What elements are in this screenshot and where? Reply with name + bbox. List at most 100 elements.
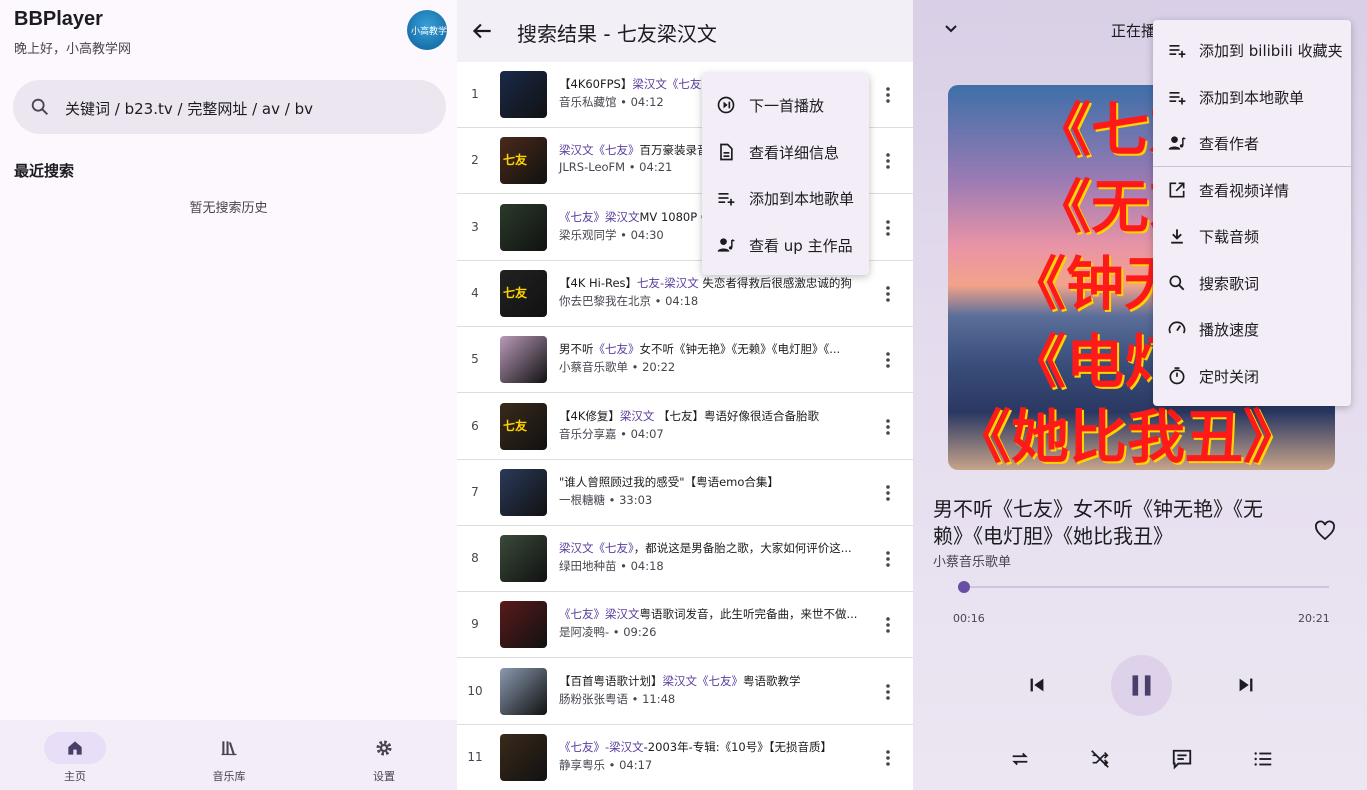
top-app-bar: 搜索结果 - 七友梁汉文 <box>457 0 913 62</box>
menu-item-details[interactable]: 查看详细信息 <box>702 129 869 175</box>
chevron-down-icon[interactable] <box>939 16 963 40</box>
repeat-icon[interactable] <box>1009 748 1031 770</box>
result-index: 7 <box>471 484 479 499</box>
nav-home[interactable]: 主页 <box>15 732 135 784</box>
title-suffix: 粤语歌教学 <box>743 673 801 688</box>
more-vert-icon[interactable] <box>880 86 896 104</box>
more-vert-icon[interactable] <box>880 351 896 369</box>
more-vert-icon[interactable] <box>880 683 896 701</box>
more-vert-icon[interactable] <box>880 219 896 237</box>
document-icon <box>720 143 733 161</box>
video-thumbnail: 七友 <box>500 402 547 450</box>
result-row[interactable]: 11 《七友》-梁汉文-2003年-专辑:《10号》【无损音质】 静享粤乐 • 04… <box>457 725 913 790</box>
heart-icon[interactable] <box>1313 519 1337 543</box>
title-suffix: 失恋者得救后很感激忠诚的狗 <box>698 275 852 290</box>
menu-item-view-author[interactable]: 查看作者 <box>1153 120 1351 167</box>
pause-icon <box>1132 675 1151 696</box>
menu-item-download[interactable]: 下载音频 <box>1153 213 1351 260</box>
open-external-icon <box>1169 182 1185 198</box>
result-row[interactable]: 7 "谁人曾照顾过我的感受"【粤语emo合集】 一根糖糖 • 33:03 <box>457 459 913 526</box>
result-row[interactable]: 6 七友 【4K修复】梁汉文 【七友】粤语好像很适合备胎歌 音乐分享嘉 • 04:07 <box>457 393 913 460</box>
home-icon <box>68 741 82 755</box>
lyrics-icon[interactable] <box>1171 748 1193 770</box>
result-meta: 梁乐观同学 • 04:30 <box>559 227 664 242</box>
result-index: 6 <box>471 418 479 433</box>
result-meta: JLRS-LeoFM • 04:21 <box>559 160 673 175</box>
greeting-text: 晚上好，小高教学网 <box>14 42 132 57</box>
progress-track[interactable] <box>959 586 1329 588</box>
bottom-nav: 主页 音乐库 设置 <box>0 720 457 790</box>
thumbnail-text: 七友 <box>503 285 528 300</box>
result-index: 3 <box>471 219 479 234</box>
menu-label: 查看作者 <box>1199 135 1260 153</box>
result-index: 2 <box>471 153 479 168</box>
result-meta: 肠粉张张粤语 • 11:48 <box>559 691 676 706</box>
title-prefix: 【4K修复】 <box>559 408 620 423</box>
pause-button[interactable] <box>1111 655 1172 716</box>
result-index: 1 <box>471 87 479 101</box>
more-vert-icon[interactable] <box>880 152 896 170</box>
result-meta: 音乐私藏馆 • 04:12 <box>559 95 664 109</box>
title-highlight: 七友-梁汉文 <box>637 275 699 290</box>
empty-history-text: 暂无搜索历史 <box>189 201 268 216</box>
home-screen: BBPlayer 晚上好，小高教学网 小高教学网 关键词 / b23.tv / … <box>0 0 457 790</box>
artist-name[interactable]: 小蔡音乐歌单 <box>933 551 1011 570</box>
progress-thumb[interactable] <box>957 581 970 593</box>
avatar[interactable]: 小高教学网 <box>407 10 447 50</box>
shuffle-off-icon[interactable] <box>1089 748 1111 770</box>
title-prefix: 男不听 <box>559 342 594 357</box>
video-thumbnail <box>500 468 547 516</box>
menu-item-add-playlist[interactable]: 添加到本地歌单 <box>702 175 869 221</box>
playlist-add-icon <box>718 193 735 206</box>
menu-item-play-next[interactable]: 下一首播放 <box>702 82 869 128</box>
menu-item-search-lyrics[interactable]: 搜索歌词 <box>1153 260 1351 307</box>
video-thumbnail <box>500 203 547 251</box>
play-next-icon <box>717 96 735 114</box>
menu-label: 下载音频 <box>1199 228 1260 246</box>
current-time: 00:16 <box>953 612 985 625</box>
more-vert-icon[interactable] <box>880 285 896 303</box>
more-vert-icon[interactable] <box>880 749 896 767</box>
result-title: 《七友》梁汉文粤语歌词发音，此生听完备曲，来世不做... <box>559 606 859 622</box>
result-meta: 你去巴黎我在北京 • 04:18 <box>559 293 699 308</box>
title-highlight: 《七友》梁汉文 <box>559 209 640 224</box>
result-meta: 一根糖糖 • 33:03 <box>559 492 653 507</box>
song-title: 男不听《七友》女不听《钟无艳》《无赖》《电灯胆》《她比我丑》 <box>933 497 1263 548</box>
video-thumbnail <box>500 336 547 384</box>
title-highlight: 《七友》梁汉文 <box>559 607 640 622</box>
more-vert-icon[interactable] <box>880 484 896 502</box>
result-meta: 音乐分享嘉 • 04:07 <box>559 426 664 441</box>
back-arrow-icon[interactable] <box>469 18 495 44</box>
result-meta: 绿田地种苗 • 04:18 <box>559 559 664 574</box>
menu-item-bilibili-fav[interactable]: 添加到 bilibili 收藏夹 <box>1153 27 1351 74</box>
title-prefix: 【百首粤语歌计划】 <box>559 673 663 688</box>
result-row[interactable]: 10 【百首粤语歌计划】梁汉文《七友》粤语歌教学 肠粉张张粤语 • 11:48 <box>457 658 913 725</box>
queue-list-icon[interactable] <box>1252 748 1274 770</box>
more-vert-icon[interactable] <box>880 616 896 634</box>
result-row[interactable]: 5 男不听《七友》女不听《钟无艳》《无赖》《电灯胆》《... 小蔡音乐歌单 • 20… <box>457 327 913 394</box>
skip-previous-icon[interactable] <box>1026 674 1048 696</box>
result-index: 5 <box>471 352 479 367</box>
video-thumbnail <box>500 734 547 781</box>
menu-item-up-works[interactable]: 查看 up 主作品 <box>702 222 869 268</box>
menu-item-sleep-timer[interactable]: 定时关闭 <box>1153 353 1351 400</box>
thumbnail-text: 七友 <box>503 153 528 168</box>
more-vert-icon[interactable] <box>880 418 896 436</box>
menu-item-speed[interactable]: 播放速度 <box>1153 306 1351 353</box>
nav-library[interactable]: 音乐库 <box>169 732 289 784</box>
skip-next-icon[interactable] <box>1235 674 1257 696</box>
menu-label: 搜索歌词 <box>1199 275 1260 293</box>
title-highlight: 梁汉文《七友》 <box>662 673 744 688</box>
result-row[interactable]: 9 《七友》梁汉文粤语歌词发音，此生听完备曲，来世不做... 是阿凌鸭- • 09:… <box>457 592 913 659</box>
video-thumbnail <box>500 535 547 583</box>
menu-item-video-details[interactable]: 查看视频详情 <box>1153 167 1351 214</box>
result-title: "谁人曾照顾过我的感受"【粤语emo合集】 <box>559 474 859 490</box>
search-placeholder: 关键词 / b23.tv / 完整网址 / av / bv <box>65 100 313 118</box>
result-row[interactable]: 8 梁汉文《七友》，都说这是男备胎之歌，大家如何评价这... 绿田地种苗 • 04:… <box>457 526 913 593</box>
timer-icon <box>1169 367 1185 385</box>
result-index: 11 <box>467 750 483 764</box>
search-input[interactable]: 关键词 / b23.tv / 完整网址 / av / bv <box>13 80 446 134</box>
nav-settings[interactable]: 设置 <box>324 732 444 784</box>
menu-item-local-playlist[interactable]: 添加到本地歌单 <box>1153 74 1351 121</box>
more-vert-icon[interactable] <box>880 550 896 568</box>
